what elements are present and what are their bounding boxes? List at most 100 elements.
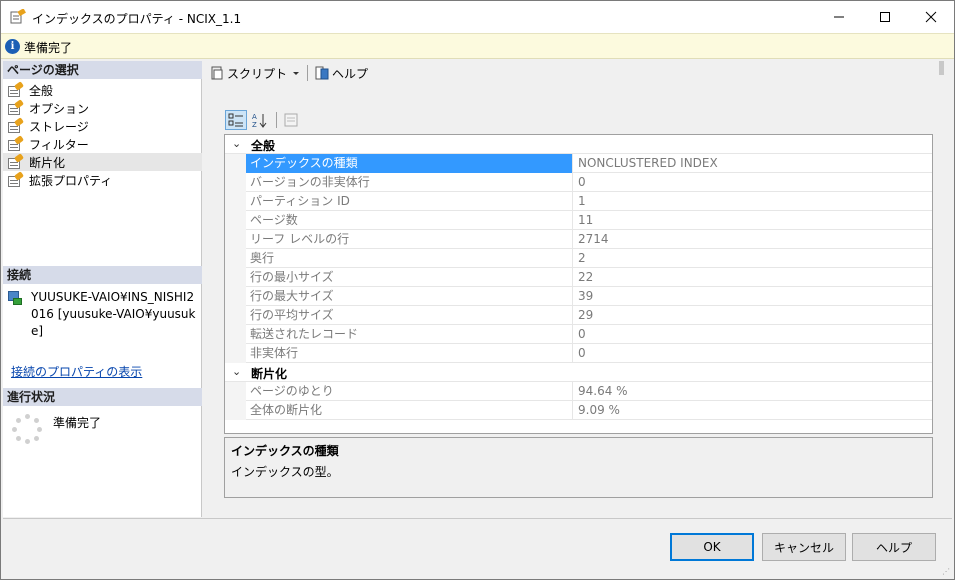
server-connection-icon xyxy=(7,290,23,306)
svg-text:A: A xyxy=(252,113,257,121)
category-label: 全般 xyxy=(251,139,276,153)
cancel-button[interactable]: キャンセル xyxy=(762,533,846,561)
property-row-margin xyxy=(225,192,246,211)
page-item-label: 全般 xyxy=(29,83,54,98)
close-icon xyxy=(925,11,937,23)
property-row[interactable]: リーフ レベルの行 2714 xyxy=(225,230,932,249)
page-item-label: フィルター xyxy=(29,137,89,152)
property-row[interactable]: ページ数 11 xyxy=(225,211,932,230)
property-value: 0 xyxy=(578,346,586,360)
property-value: 0 xyxy=(578,327,586,341)
property-row[interactable]: パーティション ID 1 xyxy=(225,192,932,211)
property-row[interactable]: 奥行 2 xyxy=(225,249,932,268)
description-title: インデックスの種類 xyxy=(231,444,339,458)
status-bar: i 準備完了 xyxy=(1,33,954,59)
properties-window: インデックスのプロパティ - NCIX_1.1 i 準備完了 ページの選択 全般… xyxy=(0,0,955,580)
property-name: ページ数 xyxy=(246,211,573,230)
property-name: インデックスの種類 xyxy=(246,154,573,173)
view-connection-properties-link[interactable]: 接続のプロパティの表示 xyxy=(11,363,142,380)
maximize-button[interactable] xyxy=(862,1,908,33)
page-item[interactable]: ストレージ xyxy=(3,117,202,135)
property-pages-button[interactable] xyxy=(280,110,302,130)
property-row[interactable]: 行の最大サイズ 39 xyxy=(225,287,932,306)
property-name: 行の最小サイズ xyxy=(246,268,573,287)
property-row-margin xyxy=(225,211,246,230)
page-item[interactable]: 断片化 xyxy=(3,153,202,171)
property-name: ページのゆとり xyxy=(246,382,573,401)
description-panel: インデックスの種類 インデックスの型。 xyxy=(224,437,933,498)
collapse-chevron-icon[interactable]: ⌄ xyxy=(232,137,241,150)
page-item[interactable]: 全般 xyxy=(3,81,202,99)
script-button[interactable]: スクリプト xyxy=(206,63,304,83)
toolbar-separator xyxy=(307,65,309,81)
property-row-margin xyxy=(225,268,246,287)
categorized-button[interactable] xyxy=(225,110,247,130)
page-item[interactable]: フィルター xyxy=(3,135,202,153)
property-name: 転送されたレコード xyxy=(246,325,573,344)
property-name: 行の平均サイズ xyxy=(246,306,573,325)
ok-button[interactable]: OK xyxy=(670,533,754,561)
svg-text:Z: Z xyxy=(252,121,257,128)
page-wrench-icon xyxy=(7,117,24,133)
connection-item: YUUSUKE-VAIO¥INS_NISHI2016 [yuusuke-VAIO… xyxy=(7,289,199,340)
property-value: 2714 xyxy=(578,232,609,246)
page-list: 全般 オプションストレージフィルター断片化 拡張プロパティ xyxy=(3,81,202,189)
property-value: 39 xyxy=(578,289,594,303)
property-row[interactable]: バージョンの非実体行 0 xyxy=(225,173,932,192)
help-toolbar-button[interactable]: ヘルプ xyxy=(311,63,371,83)
app-icon xyxy=(10,9,26,24)
alphabetical-button[interactable]: AZ xyxy=(249,110,271,130)
pg-toolbar-separator xyxy=(276,112,277,128)
property-name: パーティション ID xyxy=(246,192,573,211)
top-toolbar: スクリプト ヘルプ xyxy=(203,61,944,85)
property-row-margin xyxy=(225,287,246,306)
property-row[interactable]: 行の最小サイズ 22 xyxy=(225,268,932,287)
category-row[interactable]: ⌄ 全般 xyxy=(225,135,932,154)
property-value: 22 xyxy=(578,270,594,284)
help-button[interactable]: ヘルプ xyxy=(852,533,936,561)
property-row[interactable]: ページのゆとり 94.64 % xyxy=(225,382,932,401)
property-row[interactable]: 転送されたレコード 0 xyxy=(225,325,932,344)
page-wrench-icon xyxy=(7,153,24,169)
page-item-label: ストレージ xyxy=(29,119,89,134)
help-book-icon xyxy=(315,66,329,80)
description-body: インデックスの型。 xyxy=(231,465,339,479)
property-row-margin xyxy=(225,344,246,363)
property-row-margin xyxy=(225,401,246,420)
connection-text: YUUSUKE-VAIO¥INS_NISHI2016 [yuusuke-VAIO… xyxy=(31,290,196,338)
property-row[interactable]: 全体の断片化 9.09 % xyxy=(225,401,932,420)
page-item[interactable]: オプション xyxy=(3,99,202,117)
property-row-margin xyxy=(225,154,246,173)
resize-grip-icon[interactable]: ⋰ xyxy=(942,567,950,576)
property-pages-icon xyxy=(284,113,298,127)
minimize-button[interactable] xyxy=(816,1,862,33)
category-row[interactable]: ⌄ 断片化 xyxy=(225,363,932,382)
property-name: バージョンの非実体行 xyxy=(246,173,573,192)
info-icon: i xyxy=(5,39,20,54)
property-value: 2 xyxy=(578,251,586,265)
category-label: 断片化 xyxy=(251,367,288,381)
script-icon xyxy=(211,66,223,80)
page-item[interactable]: 拡張プロパティ xyxy=(3,171,202,189)
close-button[interactable] xyxy=(908,1,954,33)
progress-header: 進行状況 xyxy=(3,388,202,406)
page-item-label: 断片化 xyxy=(29,155,66,170)
property-row-margin xyxy=(225,230,246,249)
page-wrench-icon xyxy=(7,99,24,115)
property-row[interactable]: インデックスの種類 NONCLUSTERED INDEX xyxy=(225,154,932,173)
property-value: NONCLUSTERED INDEX xyxy=(578,156,718,170)
title-bar: インデックスのプロパティ - NCIX_1.1 xyxy=(1,1,954,33)
property-row-margin xyxy=(225,306,246,325)
connection-header: 接続 xyxy=(3,266,202,284)
property-row-margin xyxy=(225,382,246,401)
property-row[interactable]: 行の平均サイズ 29 xyxy=(225,306,932,325)
minimize-icon xyxy=(834,16,844,18)
collapse-chevron-icon[interactable]: ⌄ xyxy=(232,365,241,378)
button-bar: OK キャンセル ヘルプ ⋰ xyxy=(3,518,952,578)
property-value: 9.09 % xyxy=(578,403,620,417)
property-name: 全体の断片化 xyxy=(246,401,573,420)
select-page-header: ページの選択 xyxy=(3,61,202,79)
property-row[interactable]: 非実体行 0 xyxy=(225,344,932,363)
property-grid-toolbar: AZ xyxy=(225,109,304,131)
property-name: 非実体行 xyxy=(246,344,573,363)
